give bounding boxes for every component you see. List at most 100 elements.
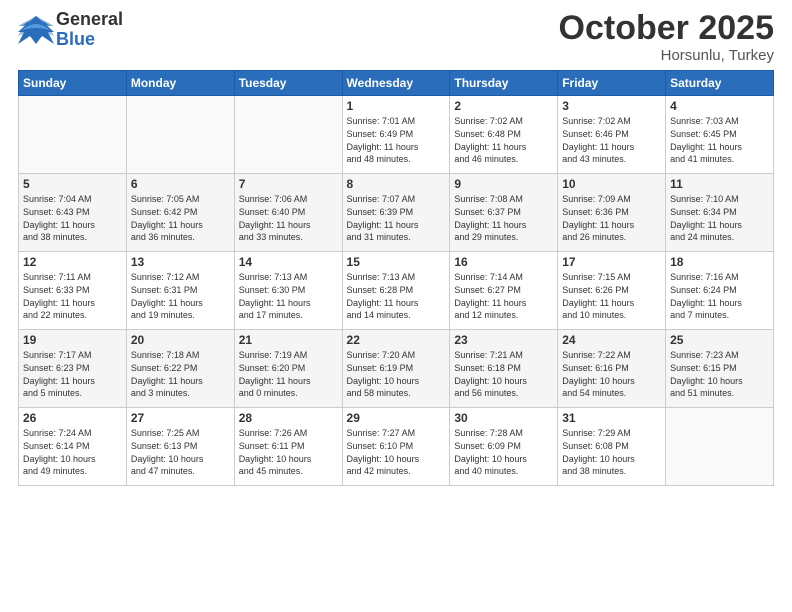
title-block: October 2025 Horsunlu, Turkey (559, 10, 774, 64)
day-info: Sunrise: 7:01 AM Sunset: 6:49 PM Dayligh… (347, 115, 446, 165)
calendar-cell: 20 Sunrise: 7:18 AM Sunset: 6:22 PM Dayli… (126, 330, 234, 408)
day-number: 18 (670, 255, 769, 269)
calendar-cell: 31 Sunrise: 7:29 AM Sunset: 6:08 PM Dayli… (558, 408, 666, 486)
day-number: 24 (562, 333, 661, 347)
day-number: 27 (131, 411, 230, 425)
day-info: Sunrise: 7:12 AM Sunset: 6:31 PM Dayligh… (131, 271, 230, 321)
day-number: 4 (670, 99, 769, 113)
header: General Blue October 2025 Horsunlu, Turk… (18, 10, 774, 64)
calendar-cell: 27 Sunrise: 7:25 AM Sunset: 6:13 PM Dayli… (126, 408, 234, 486)
col-thursday: Thursday (450, 71, 558, 96)
day-info: Sunrise: 7:13 AM Sunset: 6:30 PM Dayligh… (239, 271, 338, 321)
day-info: Sunrise: 7:05 AM Sunset: 6:42 PM Dayligh… (131, 193, 230, 243)
day-info: Sunrise: 7:02 AM Sunset: 6:46 PM Dayligh… (562, 115, 661, 165)
page: General Blue October 2025 Horsunlu, Turk… (0, 0, 792, 612)
calendar-cell: 15 Sunrise: 7:13 AM Sunset: 6:28 PM Dayli… (342, 252, 450, 330)
calendar-cell: 2 Sunrise: 7:02 AM Sunset: 6:48 PM Daylig… (450, 96, 558, 174)
day-info: Sunrise: 7:07 AM Sunset: 6:39 PM Dayligh… (347, 193, 446, 243)
calendar-cell: 17 Sunrise: 7:15 AM Sunset: 6:26 PM Dayli… (558, 252, 666, 330)
calendar-cell (126, 96, 234, 174)
day-number: 7 (239, 177, 338, 191)
calendar-week-3: 19 Sunrise: 7:17 AM Sunset: 6:23 PM Dayli… (19, 330, 774, 408)
day-number: 17 (562, 255, 661, 269)
calendar-cell: 10Sunrise: 7:09 AM Sunset: 6:36 PM Dayli… (558, 174, 666, 252)
day-number: 9 (454, 177, 553, 191)
calendar-table: Sunday Monday Tuesday Wednesday Thursday… (18, 70, 774, 486)
day-info: Sunrise: 7:18 AM Sunset: 6:22 PM Dayligh… (131, 349, 230, 399)
logo-blue-text: Blue (56, 30, 123, 50)
col-saturday: Saturday (666, 71, 774, 96)
col-tuesday: Tuesday (234, 71, 342, 96)
day-number: 25 (670, 333, 769, 347)
header-row: Sunday Monday Tuesday Wednesday Thursday… (19, 71, 774, 96)
calendar-cell: 26Sunrise: 7:24 AM Sunset: 6:14 PM Dayli… (19, 408, 127, 486)
calendar-cell: 12 Sunrise: 7:11 AM Sunset: 6:33 PM Dayli… (19, 252, 127, 330)
logo-general-text: General (56, 10, 123, 30)
day-number: 19 (23, 333, 122, 347)
day-info: Sunrise: 7:19 AM Sunset: 6:20 PM Dayligh… (239, 349, 338, 399)
day-number: 8 (347, 177, 446, 191)
day-number: 20 (131, 333, 230, 347)
day-number: 31 (562, 411, 661, 425)
calendar-cell: 21 Sunrise: 7:19 AM Sunset: 6:20 PM Dayli… (234, 330, 342, 408)
calendar-cell: 30Sunrise: 7:28 AM Sunset: 6:09 PM Dayli… (450, 408, 558, 486)
calendar-week-1: 5 Sunrise: 7:04 AM Sunset: 6:43 PM Daylig… (19, 174, 774, 252)
day-info: Sunrise: 7:11 AM Sunset: 6:33 PM Dayligh… (23, 271, 122, 321)
day-info: Sunrise: 7:28 AM Sunset: 6:09 PM Dayligh… (454, 427, 553, 477)
calendar-cell: 23 Sunrise: 7:21 AM Sunset: 6:18 PM Dayli… (450, 330, 558, 408)
day-number: 21 (239, 333, 338, 347)
day-number: 1 (347, 99, 446, 113)
calendar-cell: 24 Sunrise: 7:22 AM Sunset: 6:16 PM Dayli… (558, 330, 666, 408)
calendar-cell: 14Sunrise: 7:13 AM Sunset: 6:30 PM Dayli… (234, 252, 342, 330)
logo-text: General Blue (56, 10, 123, 50)
day-number: 22 (347, 333, 446, 347)
calendar-cell: 28Sunrise: 7:26 AM Sunset: 6:11 PM Dayli… (234, 408, 342, 486)
day-number: 6 (131, 177, 230, 191)
day-info: Sunrise: 7:13 AM Sunset: 6:28 PM Dayligh… (347, 271, 446, 321)
day-info: Sunrise: 7:22 AM Sunset: 6:16 PM Dayligh… (562, 349, 661, 399)
calendar-cell (19, 96, 127, 174)
calendar-week-4: 26Sunrise: 7:24 AM Sunset: 6:14 PM Dayli… (19, 408, 774, 486)
day-number: 11 (670, 177, 769, 191)
col-monday: Monday (126, 71, 234, 96)
calendar-cell (234, 96, 342, 174)
calendar-cell: 7Sunrise: 7:06 AM Sunset: 6:40 PM Daylig… (234, 174, 342, 252)
calendar-cell: 6 Sunrise: 7:05 AM Sunset: 6:42 PM Daylig… (126, 174, 234, 252)
col-friday: Friday (558, 71, 666, 96)
day-info: Sunrise: 7:29 AM Sunset: 6:08 PM Dayligh… (562, 427, 661, 477)
day-info: Sunrise: 7:21 AM Sunset: 6:18 PM Dayligh… (454, 349, 553, 399)
day-info: Sunrise: 7:24 AM Sunset: 6:14 PM Dayligh… (23, 427, 122, 477)
calendar-week-2: 12 Sunrise: 7:11 AM Sunset: 6:33 PM Dayli… (19, 252, 774, 330)
day-info: Sunrise: 7:09 AM Sunset: 6:36 PM Dayligh… (562, 193, 661, 243)
day-info: Sunrise: 7:14 AM Sunset: 6:27 PM Dayligh… (454, 271, 553, 321)
day-info: Sunrise: 7:10 AM Sunset: 6:34 PM Dayligh… (670, 193, 769, 243)
logo: General Blue (18, 10, 123, 50)
day-info: Sunrise: 7:02 AM Sunset: 6:48 PM Dayligh… (454, 115, 553, 165)
calendar-cell: 18Sunrise: 7:16 AM Sunset: 6:24 PM Dayli… (666, 252, 774, 330)
day-number: 12 (23, 255, 122, 269)
day-number: 23 (454, 333, 553, 347)
month-title: October 2025 (559, 10, 774, 47)
day-number: 15 (347, 255, 446, 269)
location-subtitle: Horsunlu, Turkey (559, 47, 774, 64)
calendar-header: Sunday Monday Tuesday Wednesday Thursday… (19, 71, 774, 96)
calendar-cell: 5 Sunrise: 7:04 AM Sunset: 6:43 PM Daylig… (19, 174, 127, 252)
day-info: Sunrise: 7:20 AM Sunset: 6:19 PM Dayligh… (347, 349, 446, 399)
day-number: 5 (23, 177, 122, 191)
day-info: Sunrise: 7:04 AM Sunset: 6:43 PM Dayligh… (23, 193, 122, 243)
day-number: 29 (347, 411, 446, 425)
day-info: Sunrise: 7:25 AM Sunset: 6:13 PM Dayligh… (131, 427, 230, 477)
calendar-cell: 25Sunrise: 7:23 AM Sunset: 6:15 PM Dayli… (666, 330, 774, 408)
calendar-cell: 16Sunrise: 7:14 AM Sunset: 6:27 PM Dayli… (450, 252, 558, 330)
day-info: Sunrise: 7:17 AM Sunset: 6:23 PM Dayligh… (23, 349, 122, 399)
day-info: Sunrise: 7:26 AM Sunset: 6:11 PM Dayligh… (239, 427, 338, 477)
day-info: Sunrise: 7:15 AM Sunset: 6:26 PM Dayligh… (562, 271, 661, 321)
day-number: 2 (454, 99, 553, 113)
calendar-cell: 9Sunrise: 7:08 AM Sunset: 6:37 PM Daylig… (450, 174, 558, 252)
col-wednesday: Wednesday (342, 71, 450, 96)
calendar-cell: 13Sunrise: 7:12 AM Sunset: 6:31 PM Dayli… (126, 252, 234, 330)
logo-icon (18, 12, 54, 48)
calendar-cell: 4Sunrise: 7:03 AM Sunset: 6:45 PM Daylig… (666, 96, 774, 174)
day-number: 3 (562, 99, 661, 113)
calendar-cell: 19 Sunrise: 7:17 AM Sunset: 6:23 PM Dayli… (19, 330, 127, 408)
